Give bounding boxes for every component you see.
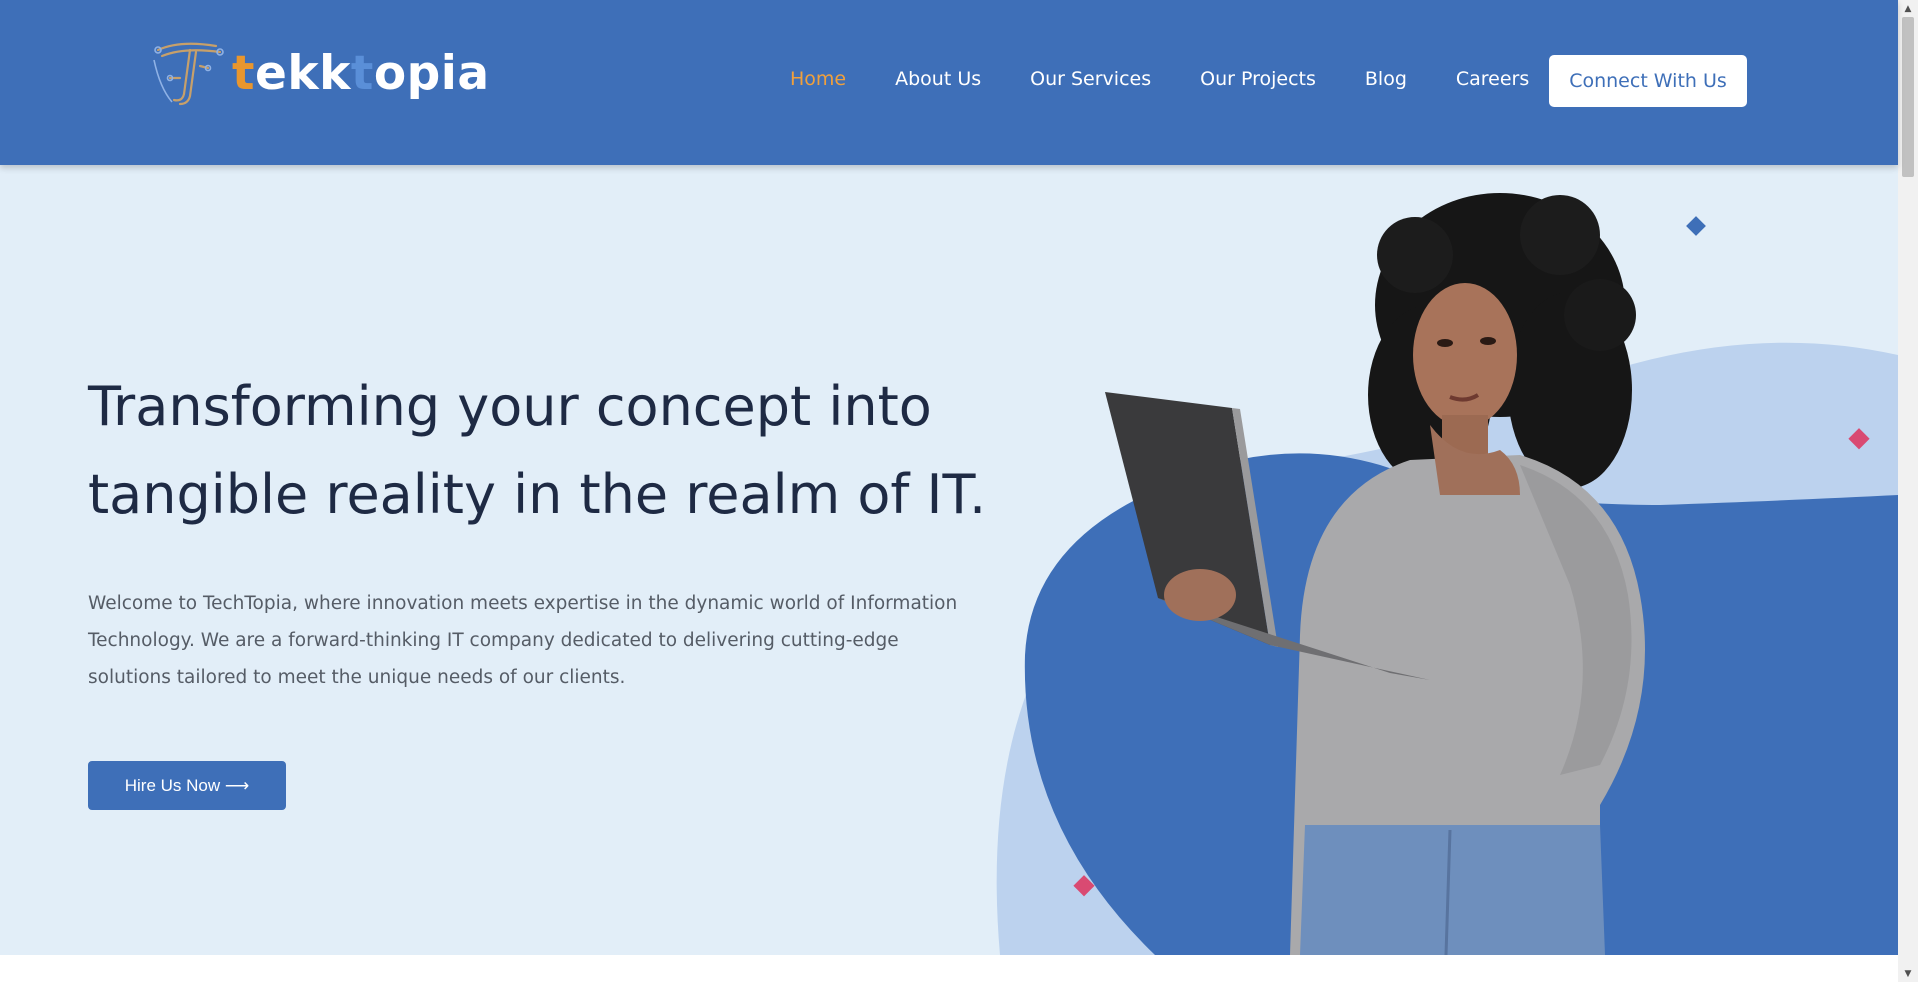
nav-about-us[interactable]: About Us [895, 68, 981, 90]
circuit-t-logo-icon [153, 42, 224, 106]
logo-wordmark: tekktopia [232, 50, 490, 97]
logo-letters-ekk: ekk [254, 45, 351, 101]
hero-illustration [996, 193, 1898, 955]
connect-with-us-button[interactable]: Connect With Us [1549, 55, 1747, 107]
logo[interactable]: tekktopia [150, 38, 490, 108]
triangle-down-icon[interactable]: ▼ [1898, 965, 1918, 982]
nav-our-services[interactable]: Our Services [1030, 68, 1151, 90]
nav-home[interactable]: Home [790, 68, 846, 90]
blue-diamond-decor [1686, 216, 1706, 236]
scroll-thumb[interactable] [1902, 17, 1914, 177]
nav-our-projects[interactable]: Our Projects [1200, 68, 1316, 90]
main-nav: Home About Us Our Services Our Projects … [790, 68, 1578, 90]
logo-letter-t: t [232, 45, 255, 101]
hero-section: Transforming your concept into tangible … [0, 165, 1898, 955]
nav-blog[interactable]: Blog [1365, 68, 1407, 90]
hero-title: Transforming your concept into tangible … [88, 375, 987, 526]
nav-careers[interactable]: Careers [1456, 68, 1529, 90]
vertical-scrollbar[interactable]: ▲ ▼ [1898, 0, 1918, 982]
logo-letters-opia: opia [373, 45, 490, 101]
site-header: tekktopia Home About Us Our Services Our… [0, 0, 1898, 165]
logo-letter-t-accent: t [350, 45, 374, 101]
hero-description: Welcome to TechTopia, where innovation m… [88, 593, 958, 688]
hire-us-now-button[interactable]: Hire Us Now ⟶ [88, 761, 286, 810]
triangle-up-icon[interactable]: ▲ [1898, 0, 1918, 17]
